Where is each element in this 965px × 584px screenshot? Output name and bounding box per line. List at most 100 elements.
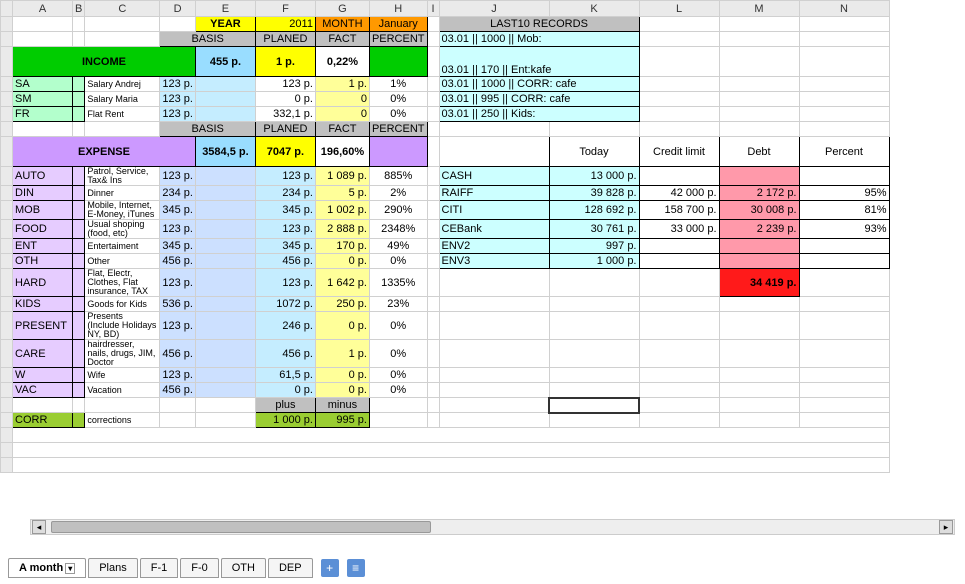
cell[interactable]: 234 p.	[160, 186, 196, 201]
cell[interactable]: 0 p.	[255, 92, 315, 107]
balance-name[interactable]: CITI	[439, 201, 549, 220]
record-item[interactable]: 03.01 || 170 || Ent:kafe	[439, 47, 639, 77]
balance-name[interactable]: CASH	[439, 167, 549, 186]
cell[interactable]: 250 p.	[315, 297, 369, 312]
cell[interactable]: 123 p.	[160, 107, 196, 122]
cell[interactable]: 123 p.	[160, 368, 196, 383]
expense-code[interactable]: KIDS	[13, 297, 73, 312]
balance-name[interactable]: CEBank	[439, 220, 549, 239]
income-code[interactable]: SM	[13, 92, 73, 107]
sheet-list-button[interactable]: ≡	[347, 559, 365, 577]
record-item[interactable]: 03.01 || 250 || Kids:	[439, 107, 639, 122]
cell[interactable]: 1072 p.	[255, 297, 315, 312]
cell[interactable]: 2 172 p.	[719, 186, 799, 201]
cell[interactable]: 170 p.	[315, 239, 369, 254]
expense-code[interactable]: FOOD	[13, 220, 73, 239]
add-sheet-button[interactable]: +	[321, 559, 339, 577]
cell[interactable]: 246 p.	[255, 312, 315, 340]
column-header-row[interactable]: ABCD EFGH IJKL MN	[1, 1, 890, 17]
cell[interactable]: 123 p.	[160, 77, 196, 92]
cell[interactable]: 456 p.	[160, 340, 196, 368]
tab-f-0[interactable]: F-0	[180, 558, 219, 578]
cell[interactable]: 0 p.	[315, 383, 369, 398]
expense-code[interactable]: PRESENT	[13, 312, 73, 340]
cell[interactable]: 0%	[369, 340, 427, 368]
cell[interactable]: 1 089 p.	[315, 167, 369, 186]
cell[interactable]: 0 p.	[315, 312, 369, 340]
cell[interactable]: 0%	[369, 368, 427, 383]
horizontal-scrollbar[interactable]: ◂ ▸	[30, 519, 955, 535]
cell[interactable]: 123 p.	[160, 220, 196, 239]
expense-code[interactable]: AUTO	[13, 167, 73, 186]
cell[interactable]: 123 p.	[160, 312, 196, 340]
tab-dep[interactable]: DEP	[268, 558, 313, 578]
cell[interactable]: 42 000 p.	[639, 186, 719, 201]
selected-cell[interactable]	[549, 398, 639, 413]
cell[interactable]: 456 p.	[160, 383, 196, 398]
cell[interactable]: 1 642 p.	[315, 269, 369, 297]
cell[interactable]: 123 p.	[255, 220, 315, 239]
record-item[interactable]: 03.01 || 1000 || CORR: cafe	[439, 77, 639, 92]
cell[interactable]: 123 p.	[160, 92, 196, 107]
cell[interactable]: 456 p.	[255, 254, 315, 269]
cell[interactable]: 39 828 p.	[549, 186, 639, 201]
cell[interactable]: 0%	[369, 107, 427, 122]
expense-code[interactable]: VAC	[13, 383, 73, 398]
cell[interactable]: 0 p.	[315, 368, 369, 383]
cell[interactable]: 1 000 p.	[549, 254, 639, 269]
scroll-left-icon[interactable]: ◂	[32, 520, 46, 534]
cell[interactable]: 2 888 p.	[315, 220, 369, 239]
cell[interactable]: 290%	[369, 201, 427, 220]
cell[interactable]: 95%	[799, 186, 889, 201]
cell[interactable]: 1335%	[369, 269, 427, 297]
cell[interactable]: 345 p.	[160, 201, 196, 220]
cell[interactable]: 33 000 p.	[639, 220, 719, 239]
income-code[interactable]: SA	[13, 77, 73, 92]
corr-minus[interactable]: 995 p.	[315, 413, 369, 428]
cell[interactable]: 997 p.	[549, 239, 639, 254]
cell[interactable]: 5 p.	[315, 186, 369, 201]
month-value[interactable]: January	[369, 17, 427, 32]
expense-code[interactable]: W	[13, 368, 73, 383]
scroll-thumb[interactable]	[51, 521, 431, 533]
balance-name[interactable]: RAIFF	[439, 186, 549, 201]
cell[interactable]: 456 p.	[255, 340, 315, 368]
cell[interactable]: 536 p.	[160, 297, 196, 312]
cell[interactable]: 1 p.	[315, 77, 369, 92]
cell[interactable]: 30 761 p.	[549, 220, 639, 239]
cell[interactable]: 30 008 p.	[719, 201, 799, 220]
cell[interactable]: 345 p.	[255, 239, 315, 254]
balance-name[interactable]: ENV2	[439, 239, 549, 254]
total-debt[interactable]: 34 419 p.	[719, 269, 799, 297]
cell[interactable]: 1 002 p.	[315, 201, 369, 220]
cell[interactable]: 81%	[799, 201, 889, 220]
tab-plans[interactable]: Plans	[88, 558, 138, 578]
cell[interactable]: 345 p.	[160, 239, 196, 254]
balance-name[interactable]: ENV3	[439, 254, 549, 269]
chevron-down-icon[interactable]: ▾	[65, 563, 75, 574]
cell[interactable]: 2%	[369, 186, 427, 201]
spreadsheet-grid[interactable]: ABCD EFGH IJKL MN YEAR 2011 MONTH Januar…	[0, 0, 965, 535]
cell[interactable]: 123 p.	[160, 167, 196, 186]
cell[interactable]: 123 p.	[255, 167, 315, 186]
tab-f-1[interactable]: F-1	[140, 558, 179, 578]
expense-code[interactable]: MOB	[13, 201, 73, 220]
expense-code[interactable]: CARE	[13, 340, 73, 368]
corr-code[interactable]: CORR	[13, 413, 73, 428]
cell[interactable]: 0%	[369, 92, 427, 107]
cell[interactable]: 0 p.	[315, 254, 369, 269]
cell[interactable]: 456 p.	[160, 254, 196, 269]
cell[interactable]: 885%	[369, 167, 427, 186]
cell[interactable]: 0%	[369, 383, 427, 398]
corr-plus[interactable]: 1 000 p.	[255, 413, 315, 428]
scroll-right-icon[interactable]: ▸	[939, 520, 953, 534]
cell[interactable]: 2 239 p.	[719, 220, 799, 239]
cell[interactable]: 332,1 p.	[255, 107, 315, 122]
cell[interactable]: 128 692 p.	[549, 201, 639, 220]
cell[interactable]: 2348%	[369, 220, 427, 239]
expense-code[interactable]: ENT	[13, 239, 73, 254]
cell[interactable]: 0%	[369, 312, 427, 340]
tab-a-month[interactable]: A month▾	[8, 558, 86, 578]
cell[interactable]: 61,5 p.	[255, 368, 315, 383]
cell[interactable]: 345 p.	[255, 201, 315, 220]
